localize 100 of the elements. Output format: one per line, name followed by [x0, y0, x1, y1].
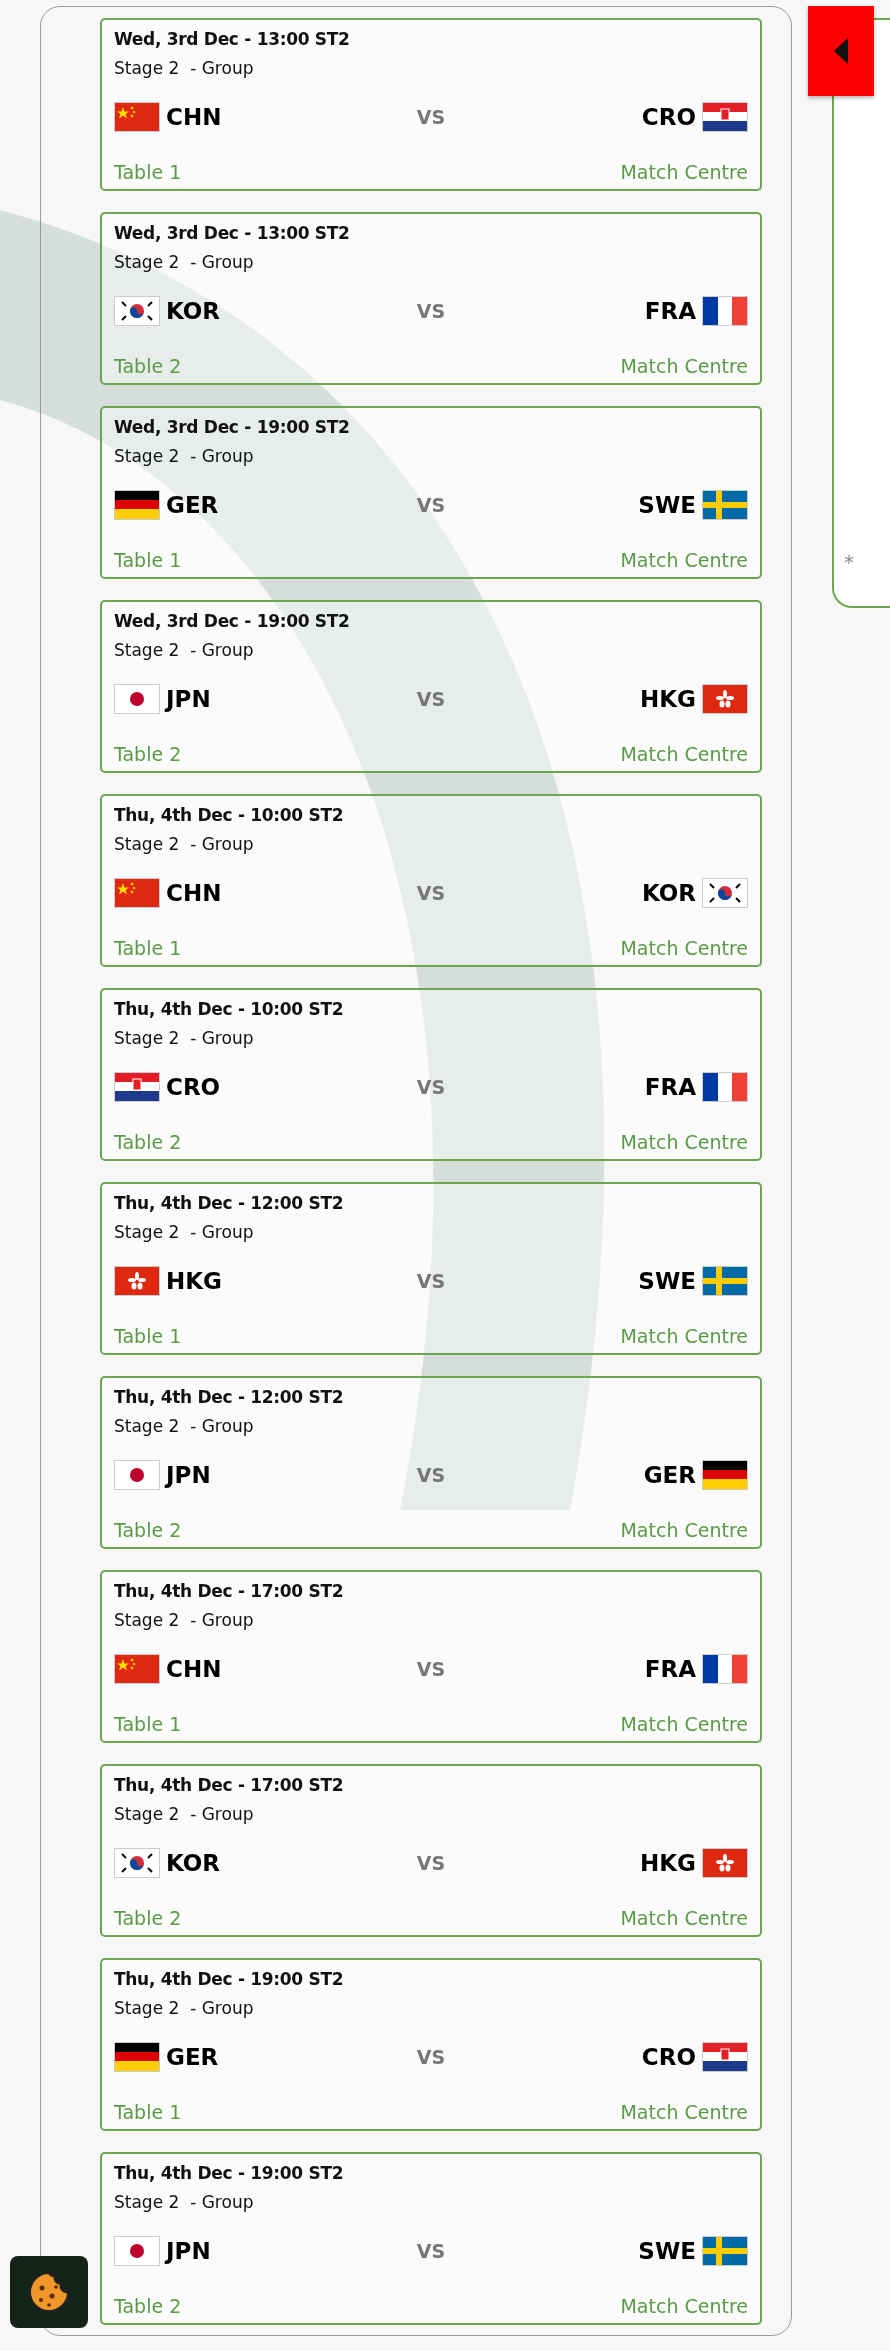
flag-icon — [702, 1460, 748, 1490]
versus-label: VS — [416, 2240, 446, 2262]
versus-label: VS — [416, 1270, 446, 1292]
flag-icon — [702, 1848, 748, 1878]
match-centre-link[interactable]: Match Centre — [620, 549, 748, 571]
flag-icon — [114, 490, 160, 520]
team-code: JPN — [166, 2238, 211, 2264]
versus-label: VS — [416, 300, 446, 322]
match-centre-link[interactable]: Match Centre — [620, 1325, 748, 1347]
flag-icon — [114, 1848, 160, 1878]
team-code: FRA — [644, 298, 696, 324]
flag-icon — [114, 2236, 160, 2266]
match-stage: Stage 2 - Group — [114, 1222, 255, 1242]
flag-icon — [702, 1072, 748, 1102]
team-code: KOR — [641, 880, 696, 906]
versus-label: VS — [416, 1464, 446, 1486]
footnote-mark: * — [844, 550, 855, 574]
versus-label: VS — [416, 1658, 446, 1680]
table-link[interactable]: Table 1 — [114, 2101, 182, 2123]
collapse-button[interactable] — [808, 6, 874, 96]
flag-icon — [702, 878, 748, 908]
team-code: SWE — [638, 2238, 696, 2264]
match-centre-link[interactable]: Match Centre — [620, 1519, 748, 1541]
flag-icon — [702, 102, 748, 132]
flag-icon — [114, 2042, 160, 2072]
match-stage: Stage 2 - Group — [114, 2192, 255, 2212]
match-centre-link[interactable]: Match Centre — [620, 1713, 748, 1735]
team-code: JPN — [166, 686, 211, 712]
versus-label: VS — [416, 494, 446, 516]
flag-icon — [702, 490, 748, 520]
match-stage: Stage 2 - Group — [114, 834, 255, 854]
match-stage: Stage 2 - Group — [114, 446, 255, 466]
match-date: Thu, 4th Dec - 12:00 ST2 — [114, 1193, 345, 1213]
table-link[interactable]: Table 1 — [114, 161, 182, 183]
table-link[interactable]: Table 2 — [114, 1519, 182, 1541]
match-centre-link[interactable]: Match Centre — [620, 2295, 748, 2317]
match-stage: Stage 2 - Group — [114, 58, 255, 78]
match-date: Thu, 4th Dec - 19:00 ST2 — [114, 1969, 345, 1989]
match-centre-link[interactable]: Match Centre — [620, 937, 748, 959]
match-date: Thu, 4th Dec - 10:00 ST2 — [114, 805, 345, 825]
match-stage: Stage 2 - Group — [114, 1028, 255, 1048]
team-code: HKG — [166, 1268, 222, 1294]
team-code: FRA — [644, 1074, 696, 1100]
match-stage: Stage 2 - Group — [114, 640, 255, 660]
table-link[interactable]: Table 2 — [114, 355, 182, 377]
team-code: CRO — [166, 1074, 221, 1100]
flag-icon — [702, 684, 748, 714]
flag-icon — [114, 1266, 160, 1296]
team-code: CHN — [166, 880, 222, 906]
match-date: Wed, 3rd Dec - 13:00 ST2 — [114, 223, 351, 243]
team-code: GER — [166, 2044, 219, 2070]
table-link[interactable]: Table 1 — [114, 549, 182, 571]
table-link[interactable]: Table 1 — [114, 1325, 182, 1347]
flag-icon — [702, 296, 748, 326]
match-stage: Stage 2 - Group — [114, 252, 255, 272]
match-stage: Stage 2 - Group — [114, 1804, 255, 1824]
table-link[interactable]: Table 1 — [114, 937, 182, 959]
table-link[interactable]: Table 1 — [114, 1713, 182, 1735]
flag-icon — [114, 296, 160, 326]
table-link[interactable]: Table 2 — [114, 1131, 182, 1153]
match-date: Wed, 3rd Dec - 19:00 ST2 — [114, 417, 351, 437]
flag-icon — [114, 878, 160, 908]
table-link[interactable]: Table 2 — [114, 2295, 182, 2317]
match-stage: Stage 2 - Group — [114, 1610, 255, 1630]
team-code: CRO — [641, 2044, 696, 2070]
match-centre-link[interactable]: Match Centre — [620, 355, 748, 377]
team-code: JPN — [166, 1462, 211, 1488]
team-code: SWE — [638, 1268, 696, 1294]
match-stage: Stage 2 - Group — [114, 1998, 255, 2018]
flag-icon — [114, 102, 160, 132]
match-centre-link[interactable]: Match Centre — [620, 2101, 748, 2123]
team-code: CHN — [166, 1656, 222, 1682]
match-centre-link[interactable]: Match Centre — [620, 743, 748, 765]
match-date: Thu, 4th Dec - 17:00 ST2 — [114, 1775, 345, 1795]
match-date: Thu, 4th Dec - 12:00 ST2 — [114, 1387, 345, 1407]
team-code: HKG — [640, 1850, 696, 1876]
flag-icon — [114, 684, 160, 714]
team-code: CHN — [166, 104, 222, 130]
match-date: Wed, 3rd Dec - 13:00 ST2 — [114, 29, 351, 49]
table-link[interactable]: Table 2 — [114, 1907, 182, 1929]
match-date: Thu, 4th Dec - 19:00 ST2 — [114, 2163, 345, 2183]
match-centre-link[interactable]: Match Centre — [620, 1131, 748, 1153]
team-code: GER — [643, 1462, 696, 1488]
cookie-button[interactable] — [10, 2256, 88, 2328]
flag-icon — [114, 1072, 160, 1102]
versus-label: VS — [416, 106, 446, 128]
versus-label: VS — [416, 882, 446, 904]
flag-icon — [114, 1654, 160, 1684]
match-centre-link[interactable]: Match Centre — [620, 161, 748, 183]
team-code: KOR — [166, 298, 221, 324]
team-code: FRA — [644, 1656, 696, 1682]
flag-icon — [702, 1266, 748, 1296]
match-centre-link[interactable]: Match Centre — [620, 1907, 748, 1929]
match-date: Thu, 4th Dec - 17:00 ST2 — [114, 1581, 345, 1601]
team-code: KOR — [166, 1850, 221, 1876]
table-link[interactable]: Table 2 — [114, 743, 182, 765]
match-date: Wed, 3rd Dec - 19:00 ST2 — [114, 611, 351, 631]
versus-label: VS — [416, 2046, 446, 2068]
flag-icon — [702, 1654, 748, 1684]
flag-icon — [114, 1460, 160, 1490]
